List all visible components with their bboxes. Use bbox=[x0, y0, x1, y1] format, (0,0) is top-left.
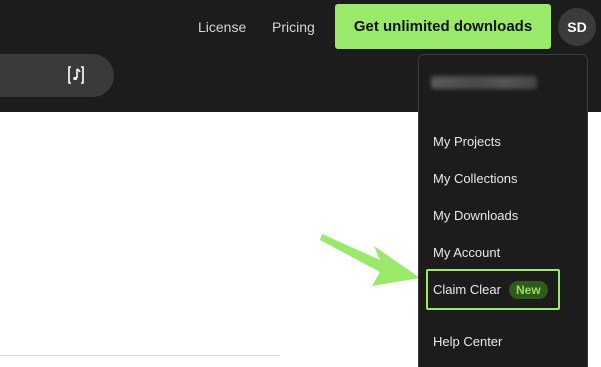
pointer-arrow-icon bbox=[320, 234, 420, 286]
menu-item-help-center[interactable]: Help Center bbox=[433, 334, 502, 349]
menu-item-my-downloads[interactable]: My Downloads bbox=[433, 208, 518, 223]
nav-license-link[interactable]: License bbox=[198, 19, 246, 35]
menu-item-my-projects[interactable]: My Projects bbox=[433, 134, 501, 149]
nav-pricing-link[interactable]: Pricing bbox=[272, 19, 315, 35]
user-avatar[interactable]: SD bbox=[558, 8, 596, 46]
music-note-icon[interactable] bbox=[67, 66, 85, 84]
menu-item-my-collections[interactable]: My Collections bbox=[433, 171, 518, 186]
new-badge: New bbox=[509, 281, 548, 299]
blurred-username bbox=[431, 76, 537, 89]
search-bar[interactable] bbox=[0, 54, 114, 97]
top-navigation: License Pricing Get unlimited downloads … bbox=[0, 0, 601, 52]
menu-item-claim-clear[interactable]: Claim Clear bbox=[433, 282, 501, 297]
page: License Pricing Get unlimited downloads … bbox=[0, 0, 601, 367]
menu-item-my-account[interactable]: My Account bbox=[433, 245, 500, 260]
user-dropdown-menu: My Projects My Collections My Downloads … bbox=[418, 54, 588, 367]
get-unlimited-downloads-button[interactable]: Get unlimited downloads bbox=[335, 4, 551, 49]
content-divider bbox=[0, 355, 280, 356]
